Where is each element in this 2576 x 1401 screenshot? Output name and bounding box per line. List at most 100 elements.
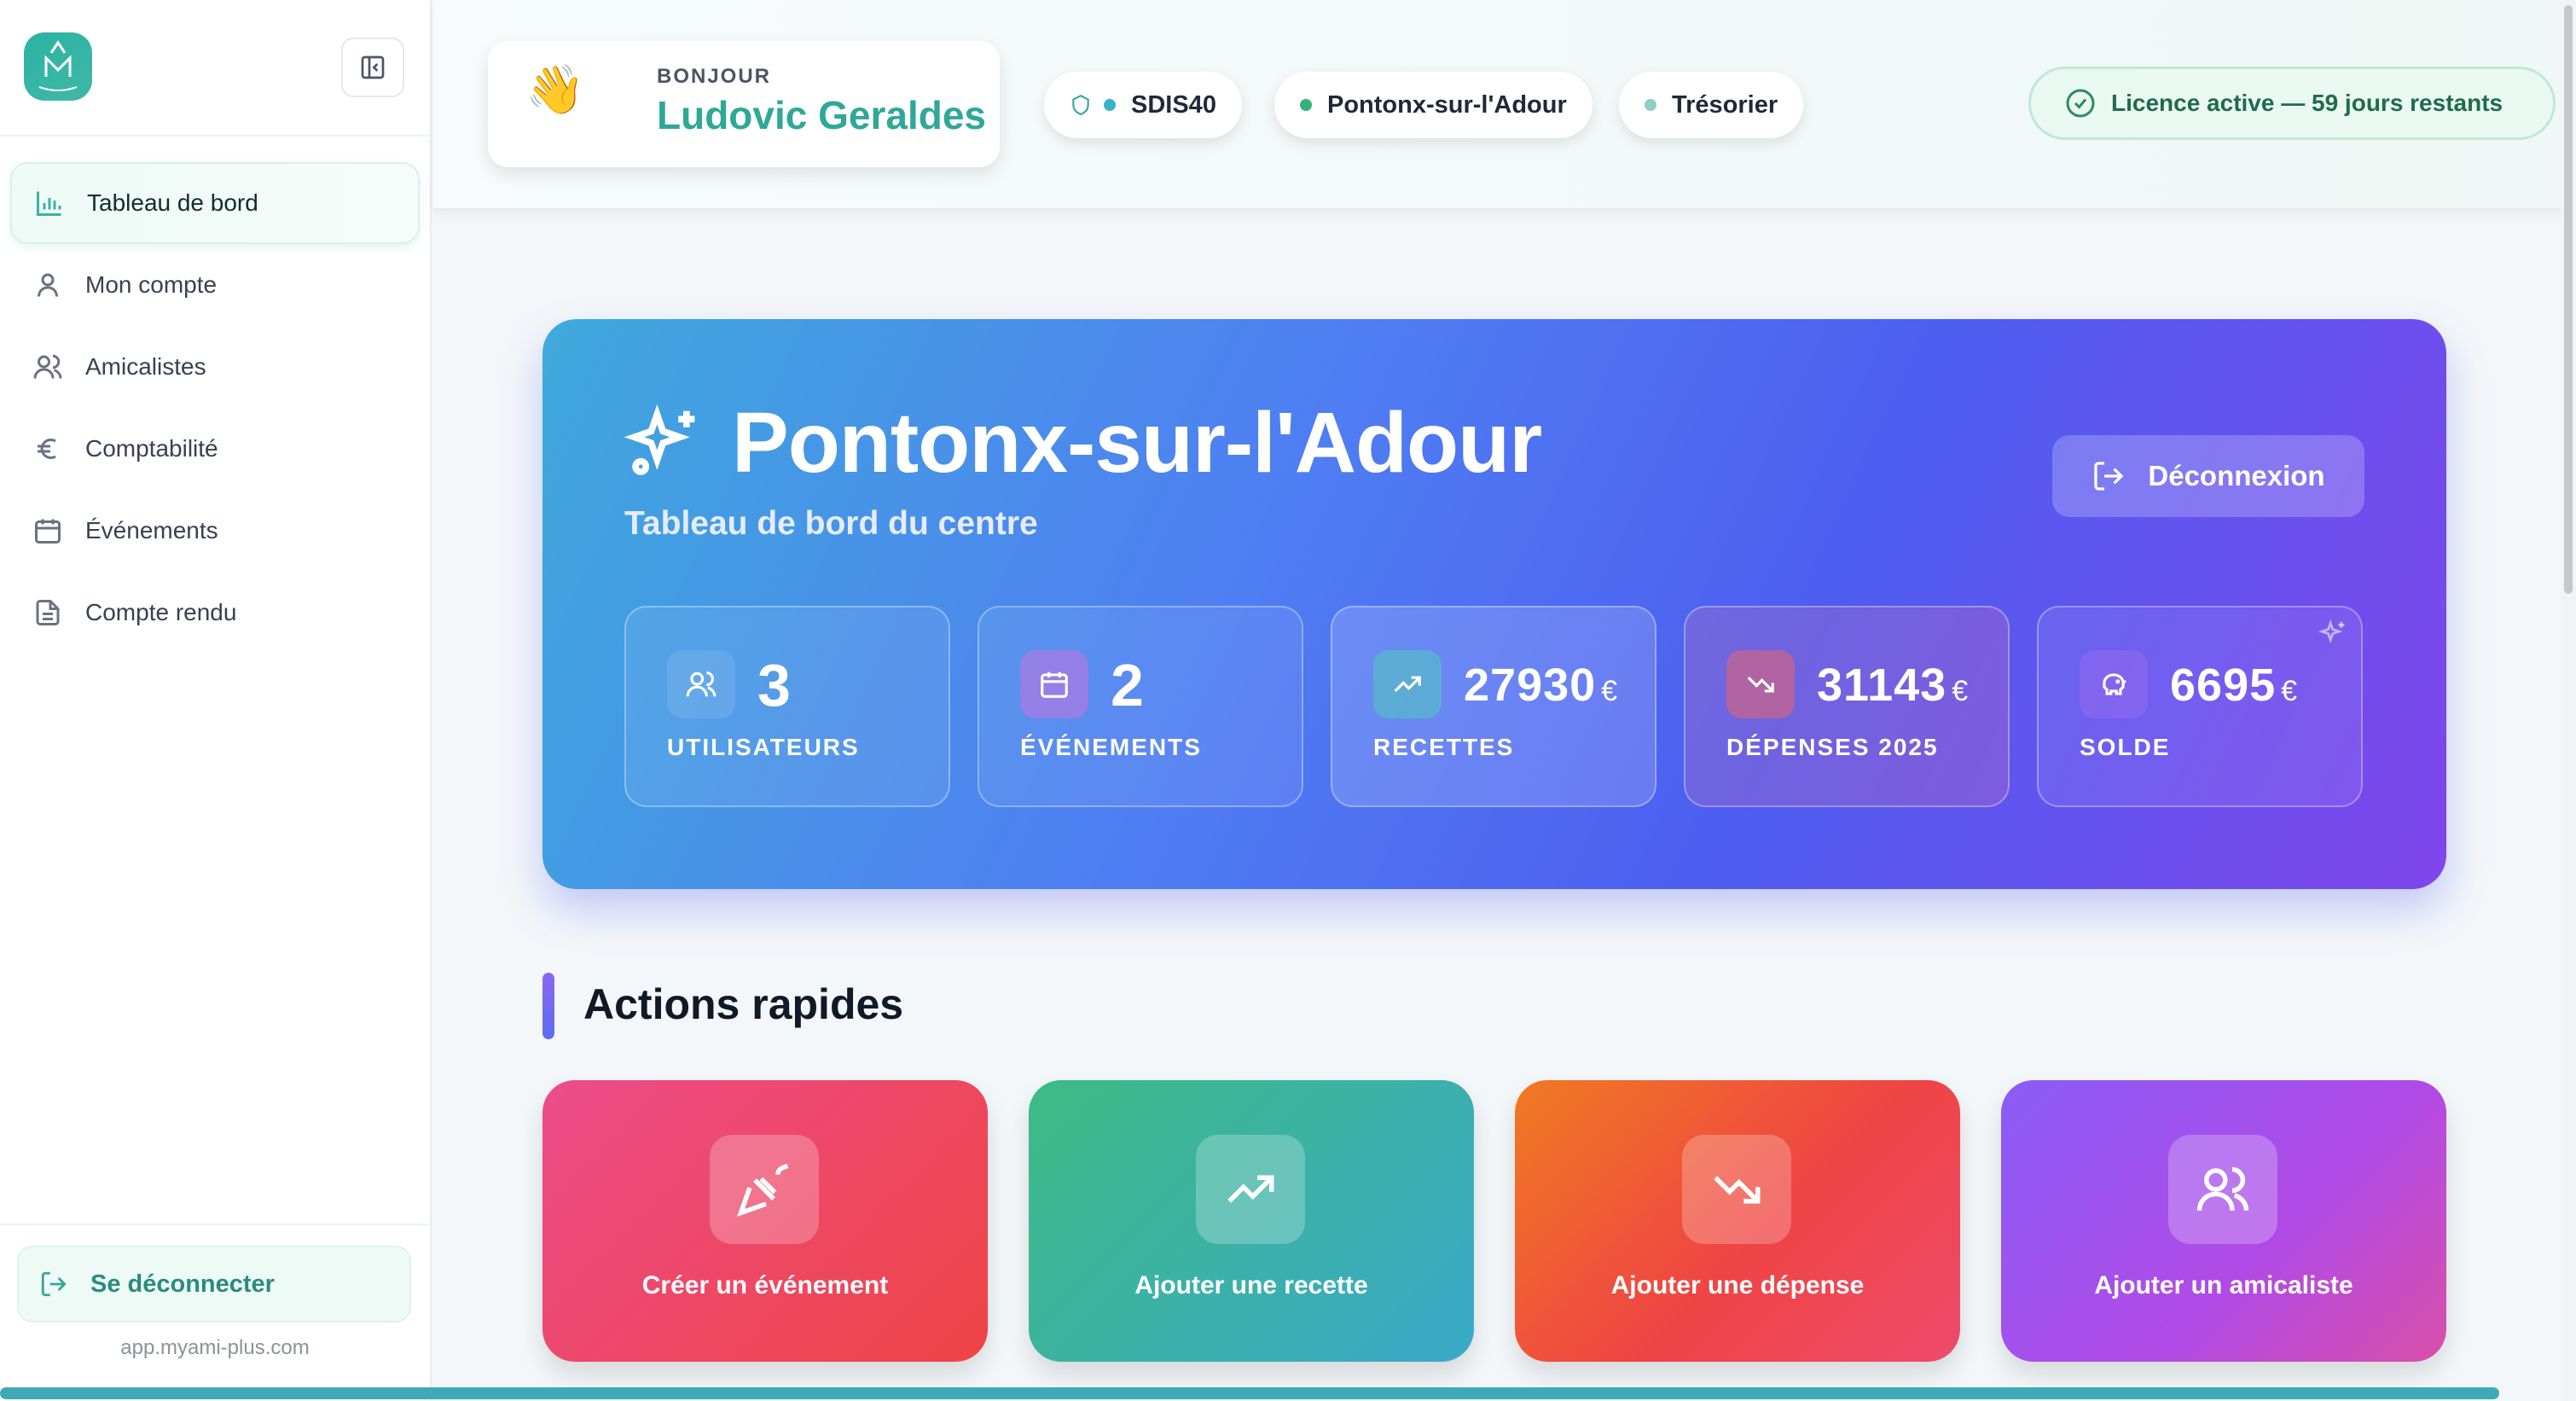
vertical-scrollbar[interactable] xyxy=(2561,0,2576,1401)
trending-down-icon xyxy=(1714,1176,1761,1204)
greeting-label: BONJOUR xyxy=(657,65,772,88)
centre-hero-card: Pontonx-sur-l'Adour Tableau de bord du c… xyxy=(542,319,2446,889)
euro-icon xyxy=(38,439,56,459)
scrollbar-thumb[interactable] xyxy=(2564,5,2573,594)
calendar-icon xyxy=(1041,671,1068,698)
stat-icon-box xyxy=(1020,650,1088,718)
stat-recettes: 27930 € RECETTES xyxy=(1331,606,1656,807)
sparkles-icon xyxy=(2318,619,2345,644)
stat-icon-box xyxy=(667,650,735,718)
sidebar-footer-divider xyxy=(0,1224,430,1225)
sidebar: Tableau de bord Mon compte Amicalistes C… xyxy=(0,0,432,1401)
action-card-ajouter-amicaliste[interactable]: Ajouter un amicaliste xyxy=(2001,1080,2446,1362)
licence-label: Licence active — 59 jours restants xyxy=(2111,90,2503,116)
deconnexion-label: Déconnexion xyxy=(2148,460,2325,491)
greeting-card: 👋 BONJOUR Ludovic Geraldes xyxy=(488,41,1000,167)
sparkles-icon xyxy=(624,404,695,475)
actions-title: Actions rapides xyxy=(583,980,904,1028)
sidebar-item-label: Tableau de bord xyxy=(87,189,258,216)
user-name: Ludovic Geraldes xyxy=(657,93,987,137)
status-dot xyxy=(1645,99,1656,111)
action-card-ajouter-depense[interactable]: Ajouter une dépense xyxy=(1515,1080,1960,1362)
stat-value: 2 xyxy=(1111,652,1144,718)
top-header: 👋 BONJOUR Ludovic Geraldes SDIS40 Ponton… xyxy=(433,0,2566,210)
chip-label: Pontonx-sur-l'Adour xyxy=(1327,90,1567,119)
users-icon xyxy=(2196,1166,2249,1211)
stat-label: RECETTES xyxy=(1373,734,1515,760)
sidebar-item-tableau-de-bord[interactable]: Tableau de bord xyxy=(10,162,420,244)
piggy-bank-icon xyxy=(2103,673,2126,695)
stat-value: 27930 € xyxy=(1464,660,1619,711)
action-card-creer-evenement[interactable]: Créer un événement xyxy=(542,1080,988,1362)
deconnexion-button[interactable]: Déconnexion xyxy=(2052,435,2364,517)
sidebar-item-label: Comptabilité xyxy=(85,435,218,462)
chip-label: SDIS40 xyxy=(1131,90,1216,119)
calendar-icon xyxy=(35,519,61,544)
status-dot xyxy=(1104,99,1116,111)
users-icon xyxy=(686,671,717,697)
stat-solde: 6695 € SOLDE xyxy=(2037,606,2363,807)
sidebar-item-label: Amicalistes xyxy=(85,353,206,380)
stat-depenses: 31143 € DÉPENSES 2025 xyxy=(1684,606,2010,807)
sidebar-item-amicalistes[interactable]: Amicalistes xyxy=(10,326,420,408)
status-dot xyxy=(1300,99,1312,111)
sidebar-item-comptabilite[interactable]: Comptabilité xyxy=(10,408,420,490)
sidebar-nav: Tableau de bord Mon compte Amicalistes C… xyxy=(10,162,420,654)
stat-label: ÉVÉNEMENTS xyxy=(1020,734,1202,760)
sidebar-item-mon-compte[interactable]: Mon compte xyxy=(10,244,420,326)
action-label: Ajouter un amicaliste xyxy=(2094,1271,2353,1299)
centre-subtitle: Tableau de bord du centre xyxy=(624,505,1038,542)
action-icon-box xyxy=(2168,1135,2277,1244)
stat-value: 6695 € xyxy=(2170,660,2299,711)
stat-value: 31143 € xyxy=(1817,660,1970,711)
chip-label: Trésorier xyxy=(1672,90,1778,119)
bar-chart-icon xyxy=(37,191,61,216)
action-card-ajouter-recette[interactable]: Ajouter une recette xyxy=(1029,1080,1474,1362)
action-label: Créer un événement xyxy=(641,1271,889,1299)
logout-label: Se déconnecter xyxy=(90,1270,275,1298)
stat-label: SOLDE xyxy=(2080,734,2171,760)
sidebar-item-label: Mon compte xyxy=(85,271,218,298)
log-out-icon xyxy=(2094,462,2124,491)
panel-left-close-icon xyxy=(361,55,385,79)
sidebar-divider xyxy=(0,135,430,137)
log-out-icon xyxy=(41,1271,67,1297)
trending-up-icon xyxy=(1394,676,1421,693)
user-icon xyxy=(38,273,58,297)
stat-label: UTILISATEURS xyxy=(667,734,860,760)
sidebar-logout-button[interactable]: Se déconnecter xyxy=(17,1246,411,1323)
stat-label: DÉPENSES 2025 xyxy=(1726,734,1939,760)
action-label: Ajouter une recette xyxy=(1134,1271,1368,1299)
logo-mark-icon xyxy=(38,40,78,91)
sidebar-collapse-button[interactable] xyxy=(341,38,404,97)
site-url: app.myami-plus.com xyxy=(120,1336,310,1359)
centre-title: Pontonx-sur-l'Adour xyxy=(732,395,1542,491)
sidebar-item-label: Événements xyxy=(85,517,218,544)
sidebar-item-evenements[interactable]: Événements xyxy=(10,490,420,572)
sidebar-item-compte-rendu[interactable]: Compte rendu xyxy=(10,572,420,654)
licence-badge: Licence active — 59 jours restants xyxy=(2028,67,2556,140)
horizontal-scrollbar[interactable] xyxy=(0,1387,2499,1399)
action-label: Ajouter une dépense xyxy=(1610,1271,1865,1299)
stat-evenements: 2 ÉVÉNEMENTS xyxy=(978,606,1303,807)
app-logo[interactable] xyxy=(24,32,92,101)
action-icon-box xyxy=(1682,1135,1791,1244)
waving-hand-icon: 👋 xyxy=(525,62,585,116)
action-icon-box xyxy=(1196,1135,1305,1244)
party-popper-icon xyxy=(736,1163,789,1218)
stat-icon-box xyxy=(2080,650,2148,718)
section-accent-bar xyxy=(542,973,554,1039)
check-circle-icon xyxy=(2066,89,2095,118)
stat-value: 3 xyxy=(757,652,791,718)
trending-down-icon xyxy=(1747,676,1774,693)
chip-sdis: SDIS40 xyxy=(1044,72,1242,138)
chip-role: Trésorier xyxy=(1619,72,1804,138)
file-text-icon xyxy=(36,600,60,625)
sidebar-item-label: Compte rendu xyxy=(85,599,237,625)
chip-centre: Pontonx-sur-l'Adour xyxy=(1274,72,1593,138)
users-icon xyxy=(33,354,62,379)
trending-up-icon xyxy=(1227,1175,1274,1203)
action-icon-box xyxy=(710,1135,819,1244)
shield-icon xyxy=(1072,94,1089,115)
stat-icon-box xyxy=(1726,650,1795,718)
